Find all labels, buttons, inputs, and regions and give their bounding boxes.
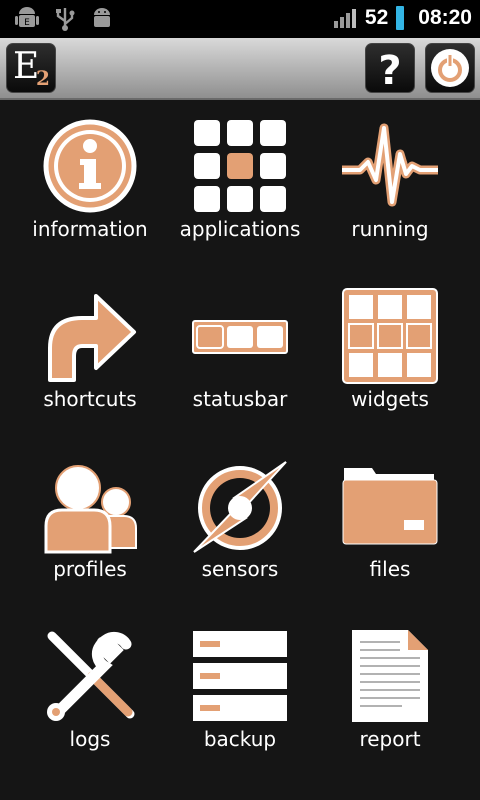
- tile-files[interactable]: files: [315, 450, 465, 600]
- tile-logs[interactable]: logs: [15, 620, 165, 770]
- tile-report[interactable]: report: [315, 620, 465, 770]
- help-button[interactable]: ?: [365, 43, 415, 94]
- tile-label: widgets: [351, 387, 429, 411]
- tile-label: sensors: [201, 557, 279, 581]
- tile-label: profiles: [53, 557, 127, 581]
- backup-icon: [193, 631, 287, 721]
- report-document-icon: [352, 630, 428, 722]
- tile-profiles[interactable]: profiles: [15, 450, 165, 600]
- tile-applications[interactable]: applications: [165, 110, 315, 260]
- android-icon: [94, 8, 110, 27]
- power-button[interactable]: [425, 43, 475, 93]
- android-debug-icon: E: [15, 7, 39, 28]
- logo-subscript: 2: [36, 66, 50, 90]
- compass-icon: [193, 461, 287, 553]
- tile-shortcuts[interactable]: shortcuts: [15, 280, 165, 430]
- tile-statusbar[interactable]: statusbar: [165, 280, 315, 430]
- tile-backup[interactable]: backup: [165, 620, 315, 770]
- tile-running[interactable]: running: [315, 110, 465, 260]
- tile-information[interactable]: information: [15, 110, 165, 260]
- widgets-icon: [342, 288, 438, 384]
- battery-icon: [396, 6, 405, 30]
- folder-icon: [342, 468, 438, 545]
- app-bar: E 2 ?: [0, 38, 480, 100]
- clock: 08:20: [418, 6, 472, 29]
- status-bar: E 52 08:20: [0, 0, 480, 38]
- profiles-icon: [44, 465, 137, 554]
- tile-label: running: [351, 217, 429, 241]
- tools-icon: [47, 631, 135, 721]
- svg-text:E: E: [24, 18, 30, 28]
- tile-label: backup: [203, 727, 277, 751]
- usb-icon: [56, 8, 75, 31]
- battery-percentage: 52: [364, 6, 389, 29]
- information-icon: [43, 119, 137, 213]
- tile-label: applications: [179, 217, 301, 241]
- heartbeat-icon: [342, 123, 438, 207]
- tile-label: report: [359, 727, 421, 751]
- apps-grid-icon: [194, 120, 286, 212]
- tile-label: files: [369, 557, 411, 581]
- tile-label: information: [32, 217, 148, 241]
- signal-icon: [333, 9, 356, 28]
- tile-sensors[interactable]: sensors: [165, 450, 315, 600]
- app-logo: E 2: [6, 43, 56, 93]
- tile-label: shortcuts: [43, 387, 137, 411]
- tile-label: statusbar: [192, 387, 288, 411]
- question-mark-icon: ?: [378, 48, 401, 94]
- status-indicators: 52 08:20: [333, 6, 472, 30]
- tile-widgets[interactable]: widgets: [315, 280, 465, 430]
- svg-text:?: ?: [378, 48, 401, 92]
- shortcut-arrow-icon: [48, 294, 136, 382]
- tile-label: logs: [69, 727, 111, 751]
- notification-icons: E: [14, 6, 114, 32]
- power-icon: [431, 49, 469, 87]
- statusbar-icon: [192, 320, 288, 354]
